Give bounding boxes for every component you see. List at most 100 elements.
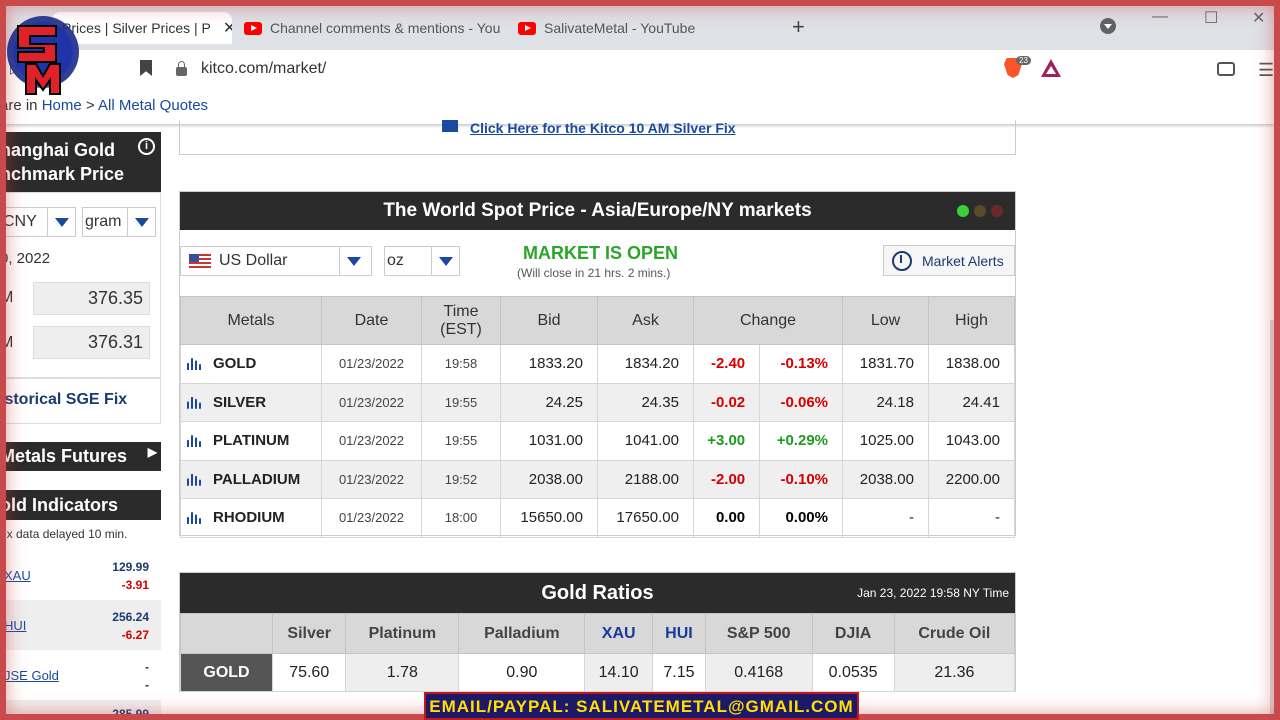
metal-cell: RHODIUM <box>180 498 322 538</box>
breadcrumb-current-link[interactable]: All Metal Quotes <box>98 97 208 114</box>
tab-search-icon[interactable] <box>1100 18 1116 34</box>
ratio-corner <box>180 613 273 654</box>
historical-sge-link[interactable]: istorical SGE Fix <box>0 391 127 409</box>
high-cell: 2200.00 <box>928 459 1015 499</box>
ratios-title: Gold Ratios <box>541 582 654 604</box>
metal-cell: SILVER <box>180 382 322 422</box>
table-row[interactable]: SILVER 01/23/2022 19:55 24.25 24.35 -0.02 -0.0… <box>180 382 1015 422</box>
change-cell: -2.40 <box>692 344 761 384</box>
ask-cell: 2188.00 <box>597 459 694 499</box>
chart-icon[interactable] <box>187 512 203 525</box>
date-cell: 01/23/2022 <box>321 498 422 538</box>
col-change: Change <box>693 296 843 345</box>
youtube-icon <box>244 21 262 35</box>
breadcrumb-separator: > <box>85 97 95 114</box>
col-bid: Bid <box>500 296 598 345</box>
sge-title-line1: hanghai Gold <box>0 140 115 160</box>
index-name[interactable]: TSX Gold <box>4 712 60 720</box>
change-percent-cell: -0.13% <box>759 344 843 384</box>
market-close-countdown: (Will close in 21 hrs. 2 mins.) <box>517 266 671 280</box>
ratios-header: Gold Ratios Jan 23, 2022 19:58 NY Time <box>180 573 1015 613</box>
menu-icon[interactable]: ☰ <box>1258 60 1274 81</box>
unit-select[interactable]: oz <box>384 246 460 276</box>
table-row[interactable]: PALLADIUM 01/23/2022 19:52 2038.00 2188.00 -2… <box>180 459 1015 499</box>
chart-icon[interactable] <box>187 473 203 486</box>
metals-futures-header[interactable]: Metals Futures ▶ <box>0 442 161 471</box>
index-name[interactable]: JSE Gold <box>4 668 59 683</box>
tab-salivatemetal[interactable]: SalivateMetal - YouTube <box>508 12 780 44</box>
time-cell: 19:55 <box>421 382 501 422</box>
table-header-row: Silver Platinum Palladium XAU HUI S&P 500 DJIA… <box>180 613 1016 654</box>
table-header-row: Metals Date Time (EST) Bid Ask Change Lo… <box>180 296 1015 345</box>
table-row[interactable]: GOLD 01/23/2022 19:58 1833.20 1834.20 -2.40 -0… <box>180 344 1015 384</box>
high-cell: 1043.00 <box>928 421 1015 461</box>
caret-right-icon: ▶ <box>147 445 157 459</box>
sge-currency-select[interactable]: CNY <box>0 207 76 237</box>
world-spot-price-panel: The World Spot Price - Asia/Europe/NY ma… <box>179 191 1016 538</box>
wallet-icon[interactable] <box>1217 62 1235 76</box>
info-icon[interactable]: i <box>138 138 155 155</box>
sge-pm-label: M <box>0 334 14 351</box>
bid-cell: 24.25 <box>500 382 598 422</box>
ratio-col-header: Crude Oil <box>893 613 1016 654</box>
high-cell: 24.41 <box>928 382 1015 422</box>
status-light-green <box>957 205 969 217</box>
market-alerts-label: Market Alerts <box>922 252 1004 269</box>
index-name[interactable]: HUI <box>4 618 26 633</box>
col-date: Date <box>321 296 422 345</box>
bookmark-icon[interactable] <box>140 60 152 76</box>
status-light-red <box>991 205 1003 217</box>
gold-ratios-panel: Gold Ratios Jan 23, 2022 19:58 NY Time S… <box>179 572 1016 692</box>
sge-unit-select[interactable]: gram <box>82 207 156 237</box>
new-tab-icon[interactable]: + <box>792 14 805 40</box>
index-change: -3.91 <box>121 578 149 592</box>
change-cell: 0.00 <box>692 498 761 538</box>
metal-name[interactable]: GOLD <box>213 355 256 372</box>
close-window-icon[interactable]: ✕ <box>1252 8 1265 28</box>
tab-channel-comments[interactable]: Channel comments & mentions - You <box>234 12 506 44</box>
market-status: MARKET IS OPEN <box>523 243 679 263</box>
silver-fix-link[interactable]: Click Here for the Kitco 10 AM Silver Fi… <box>470 120 736 136</box>
address-bar[interactable]: kitco.com/market/ <box>172 54 1072 84</box>
metal-name[interactable]: SILVER <box>213 394 266 411</box>
browser-toolbar: ▷ kitco.com/market/ 23 ☰ <box>0 50 1280 88</box>
ratio-value-cell: 75.60 <box>271 653 347 692</box>
scrollbar[interactable] <box>1270 320 1280 720</box>
market-alerts-button[interactable]: Market Alerts <box>883 245 1015 276</box>
index-name[interactable]: XAU <box>4 568 31 583</box>
url-text: kitco.com/market/ <box>201 60 327 77</box>
sge-pm-price: 376.31 <box>33 326 150 359</box>
date-cell: 01/23/2022 <box>321 459 422 499</box>
index-value: 256.24 <box>112 610 149 624</box>
col-metals: Metals <box>180 296 322 345</box>
metal-name[interactable]: PLATINUM <box>213 432 289 449</box>
ratios-timestamp: Jan 23, 2022 19:58 NY Time <box>857 586 1009 600</box>
col-high: High <box>928 296 1015 345</box>
metal-name[interactable]: PALLADIUM <box>213 471 300 488</box>
ask-cell: 1041.00 <box>597 421 694 461</box>
metal-name[interactable]: RHODIUM <box>213 509 285 526</box>
metal-cell: GOLD <box>180 344 322 384</box>
currency-select[interactable]: US Dollar <box>180 246 372 276</box>
minimize-icon[interactable]: — <box>1152 8 1168 26</box>
close-tab-icon[interactable]: ✕ <box>223 18 232 38</box>
chart-icon[interactable] <box>187 358 203 371</box>
index-change: -6.27 <box>121 628 149 642</box>
brave-rewards-icon[interactable] <box>1041 59 1061 77</box>
col-low: Low <box>842 296 929 345</box>
ratio-col-header: HUI <box>651 613 706 654</box>
youtube-icon <box>518 21 536 35</box>
chart-icon[interactable] <box>187 435 203 448</box>
table-row[interactable]: PLATINUM 01/23/2022 19:55 1031.00 1041.00 +3.… <box>180 421 1015 461</box>
sge-am-label: M <box>0 289 14 306</box>
change-percent-cell: -0.06% <box>759 382 843 422</box>
sge-am-price: 376.35 <box>33 282 150 315</box>
maximize-icon[interactable]: ☐ <box>1204 8 1218 28</box>
table-row[interactable]: RHODIUM 01/23/2022 18:00 15650.00 17650.00 0.… <box>180 498 1015 538</box>
date-cell: 01/23/2022 <box>321 382 422 422</box>
chart-icon[interactable] <box>187 396 203 409</box>
index-row-hui: HUI 256.24 -6.27 <box>0 600 161 650</box>
sge-currency-value: CNY <box>3 213 37 230</box>
gold-indicators-title: old Indicators <box>0 495 119 515</box>
alarm-clock-icon <box>892 250 912 271</box>
